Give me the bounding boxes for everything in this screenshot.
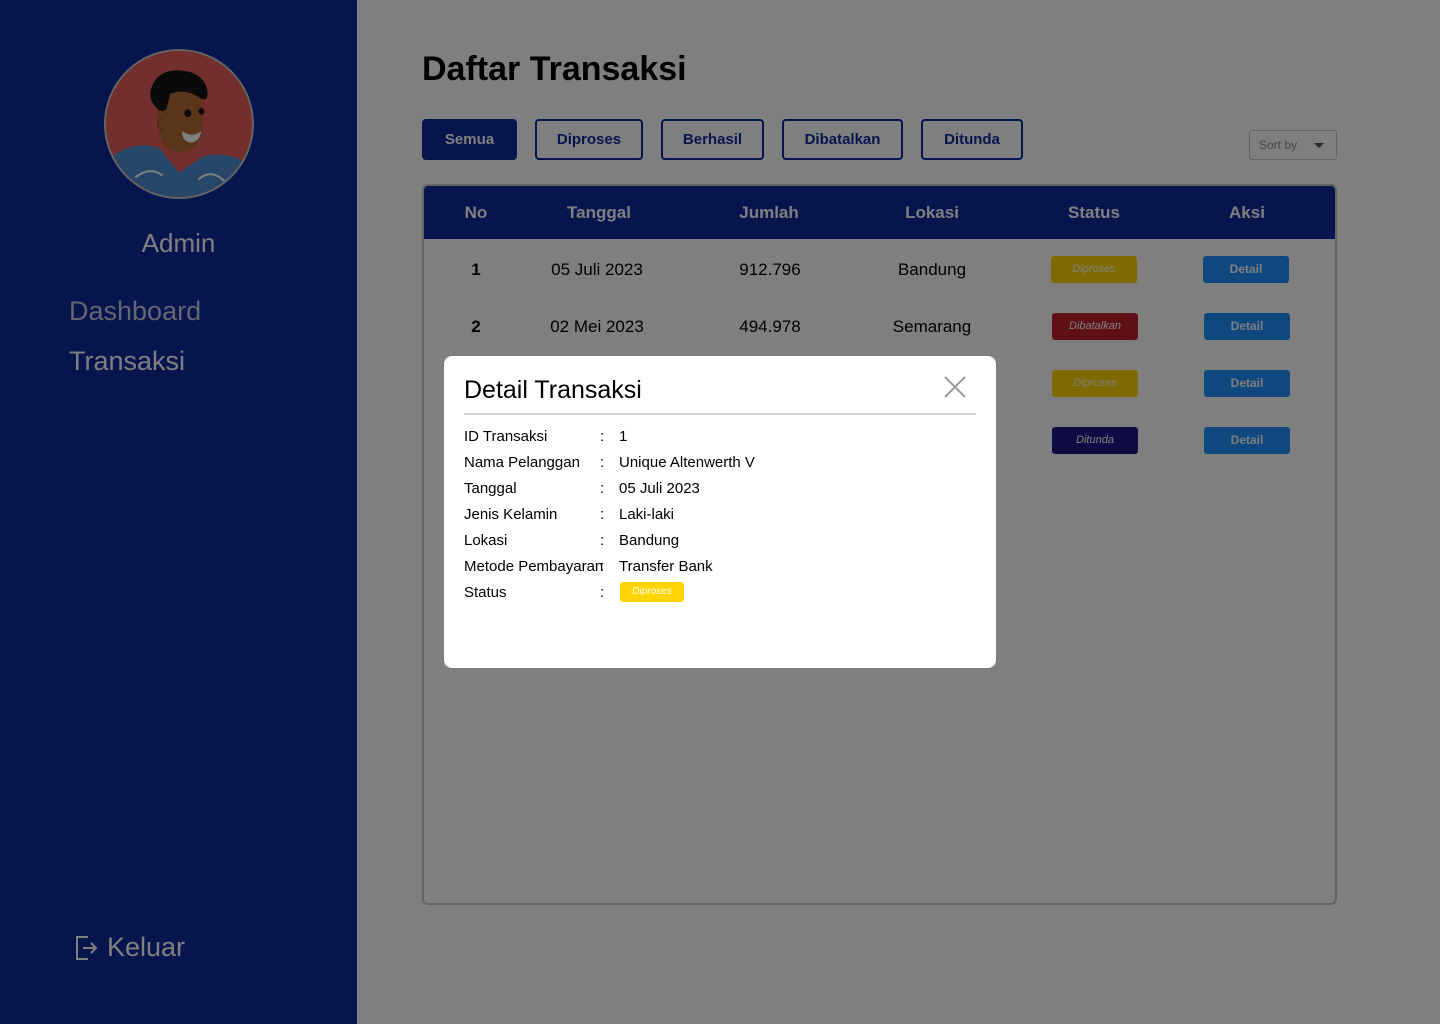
detail-row-id: ID Transaksi : 1 [464,428,976,448]
detail-label: Nama Pelanggan [464,454,580,471]
detail-value: 1 [619,428,628,445]
detail-row-jenis-kelamin: Jenis Kelamin : Laki-laki [464,506,976,526]
detail-label: Metode Pembayaran [464,558,604,575]
detail-separator: : [600,506,605,523]
detail-row-tanggal: Tanggal : 05 Juli 2023 [464,480,976,500]
detail-label: Jenis Kelamin [464,506,558,523]
detail-row-lokasi: Lokasi : Bandung [464,532,976,552]
detail-row-nama-pelanggan: Nama Pelanggan : Unique Altenwerth V [464,454,976,474]
detail-separator: : [600,480,605,497]
detail-value: Bandung [619,532,680,549]
detail-label: Status [464,584,507,601]
detail-value: Laki-laki [619,506,675,523]
modal-title: Detail Transaksi [464,376,642,404]
detail-value: Unique Altenwerth V [619,454,755,471]
detail-separator: : [600,558,605,575]
detail-separator: : [600,454,605,471]
detail-separator: : [600,428,605,445]
status-badge: Diproses [620,582,684,602]
close-icon[interactable] [944,376,966,398]
detail-transaksi-modal: Detail Transaksi ID Transaksi : 1 Nama P… [444,356,996,668]
detail-value: Transfer Bank [619,558,713,575]
modal-divider [464,413,976,415]
detail-row-status: Status : Diproses [464,582,976,604]
detail-label: Tanggal [464,480,517,497]
detail-label: ID Transaksi [464,428,548,445]
detail-separator: : [600,584,605,601]
detail-label: Lokasi [464,532,508,549]
detail-row-metode-pembayaran: Metode Pembayaran : Transfer Bank [464,558,976,578]
detail-value: 05 Juli 2023 [619,480,700,497]
detail-separator: : [600,532,605,549]
